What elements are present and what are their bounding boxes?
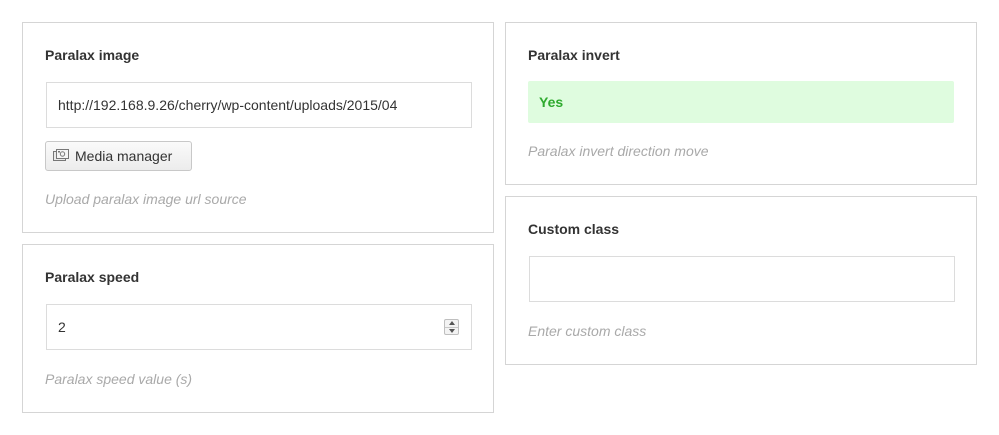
custom-class-title: Custom class	[528, 221, 620, 237]
custom-class-description: Enter custom class	[528, 323, 647, 339]
paralax-image-panel: Paralax image http://192.168.9.26/cherry…	[22, 22, 494, 233]
paralax-speed-panel: Paralax speed 2 Paralax speed value (s)	[22, 244, 494, 413]
paralax-image-description: Upload paralax image url source	[45, 191, 247, 207]
media-manager-button[interactable]: Media manager	[45, 141, 192, 171]
paralax-invert-title: Paralax invert	[528, 47, 620, 63]
paralax-invert-description: Paralax invert direction move	[528, 143, 709, 159]
paralax-speed-description: Paralax speed value (s)	[45, 371, 193, 387]
spinner-up-button[interactable]	[445, 320, 458, 328]
paralax-speed-title: Paralax speed	[45, 269, 140, 285]
number-spinner-icon[interactable]	[444, 319, 459, 335]
paralax-invert-toggle[interactable]: Yes	[528, 81, 954, 123]
paralax-speed-input[interactable]: 2	[46, 304, 472, 350]
custom-class-input[interactable]	[529, 256, 955, 302]
media-manager-label: Media manager	[75, 148, 173, 164]
paralax-speed-value: 2	[58, 319, 66, 335]
media-manager-icon	[53, 149, 69, 163]
custom-class-panel: Custom class Enter custom class	[505, 196, 977, 365]
spinner-down-button[interactable]	[445, 328, 458, 335]
paralax-invert-panel: Paralax invert Yes Paralax invert direct…	[505, 22, 977, 185]
paralax-image-title: Paralax image	[45, 47, 140, 63]
paralax-image-url-input[interactable]: http://192.168.9.26/cherry/wp-content/up…	[46, 82, 472, 128]
